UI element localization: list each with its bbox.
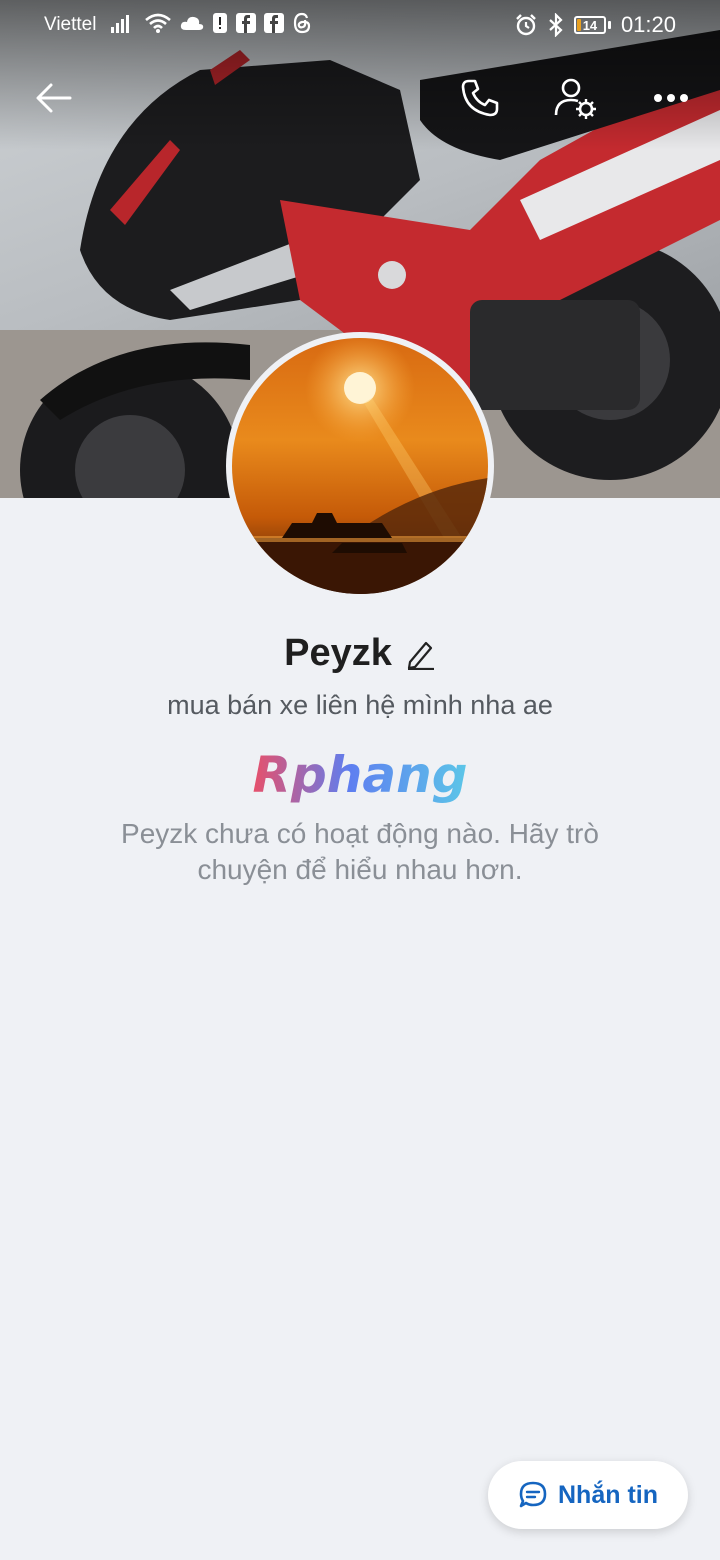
wifi-icon (145, 13, 171, 33)
profile-bio: mua bán xe liên hệ mình nha ae (167, 690, 553, 720)
profile-name: Peyzk (284, 632, 392, 674)
facebook-icon (236, 13, 256, 33)
status-icons-right: 14 01:20 (514, 12, 676, 38)
watermark-logo: Rphang (0, 746, 720, 813)
battery-fill (576, 19, 581, 31)
profile-name-row: Peyzk (0, 632, 720, 675)
more-button[interactable] (643, 70, 699, 126)
notification-icon (213, 13, 227, 33)
chat-bubble-icon (519, 1481, 547, 1508)
sunset-photo (232, 338, 488, 594)
message-button-label: Nhắn tin (558, 1480, 658, 1509)
status-time: 01:20 (620, 12, 676, 37)
battery-tip (607, 21, 611, 29)
avatar[interactable] (226, 332, 494, 600)
rphang-watermark: Rphang (252, 746, 467, 804)
back-arrow-icon (36, 83, 72, 113)
facebook-icon (264, 13, 284, 33)
empty-activity-text: Peyzk chưa có hoạt động nào. Hãy trò chu… (121, 818, 599, 885)
avatar-image (232, 338, 488, 594)
message-button[interactable]: Nhắn tin (488, 1461, 688, 1529)
signal-icon (111, 15, 129, 33)
profile-settings-button[interactable] (547, 70, 603, 126)
threads-icon (293, 12, 311, 34)
user-settings-icon (554, 78, 596, 119)
carrier-label: Viettel (44, 14, 97, 35)
back-button[interactable] (26, 70, 82, 126)
battery-level: 14 (582, 17, 598, 33)
bluetooth-icon (549, 13, 563, 37)
edit-pencil-icon[interactable] (406, 638, 436, 670)
status-icons-left (110, 12, 312, 34)
more-icon (654, 94, 688, 102)
watermark-text: Rphang (252, 748, 467, 804)
alarm-icon (516, 14, 536, 36)
phone-icon (461, 79, 499, 117)
cloud-icon (180, 16, 204, 30)
call-button[interactable] (452, 70, 508, 126)
battery-icon: 14 (573, 16, 606, 34)
status-bar: Viettel 14 01:20 (0, 0, 720, 52)
